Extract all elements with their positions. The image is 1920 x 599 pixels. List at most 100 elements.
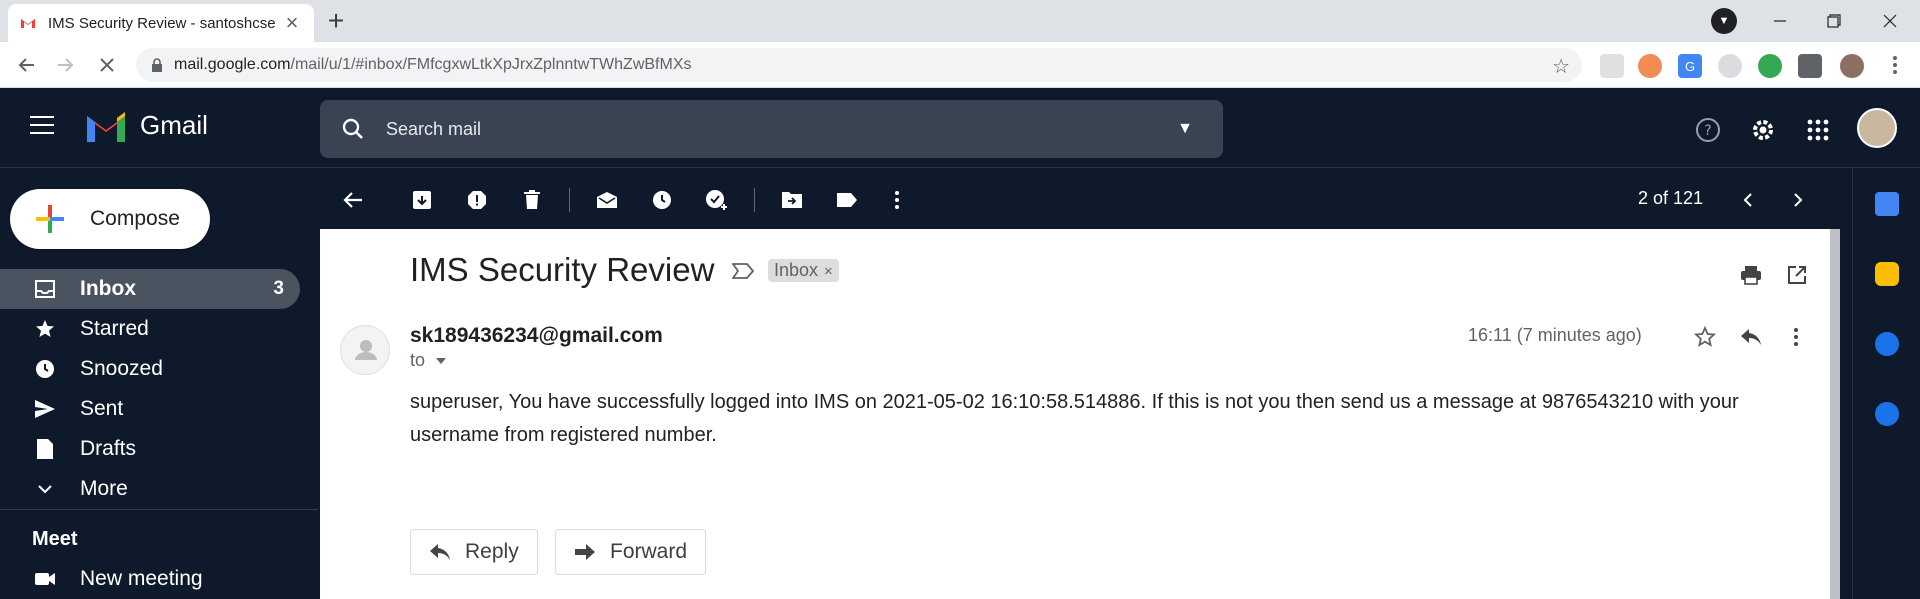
more-options-icon[interactable] xyxy=(883,186,911,214)
archive-icon[interactable] xyxy=(408,186,436,214)
browser-tab[interactable]: IMS Security Review - santoshcse × xyxy=(8,4,314,42)
newer-chevron-left-icon[interactable] xyxy=(1734,186,1762,214)
sidebar-item-label: Inbox xyxy=(80,277,136,300)
sidebar-item-inbox[interactable]: Inbox 3 xyxy=(0,269,300,309)
back-to-inbox-icon[interactable] xyxy=(339,186,367,214)
gmail-favicon-icon xyxy=(21,19,35,28)
remove-label-icon[interactable]: × xyxy=(824,263,833,280)
address-bar-row: mail.google.com/mail/u/1/#inbox/FMfcgxwL… xyxy=(0,42,1920,88)
url-text: mail.google.com/mail/u/1/#inbox/FMfcgxwL… xyxy=(174,56,692,73)
compose-button[interactable]: Compose xyxy=(10,189,210,249)
forward-button-label: Forward xyxy=(610,540,688,563)
sidebar-item-label: More xyxy=(80,477,128,500)
reply-button-label: Reply xyxy=(465,540,519,563)
keep-icon[interactable] xyxy=(1875,262,1899,286)
search-bar[interactable]: Search mail ▼ xyxy=(320,100,1223,158)
add-to-tasks-icon[interactable] xyxy=(703,186,731,214)
reply-icon[interactable] xyxy=(1738,324,1764,350)
tab-search-icon[interactable]: ▼ xyxy=(1711,8,1737,34)
puzzle-extensions-icon[interactable] xyxy=(1798,54,1822,78)
delete-trash-icon[interactable] xyxy=(518,186,546,214)
calendar-icon[interactable] xyxy=(1875,192,1899,216)
message-pane: IMS Security Review Inbox × sk189436234@g… xyxy=(320,229,1830,599)
gmail-logo[interactable]: Gmail xyxy=(84,108,208,142)
window-close-icon[interactable] xyxy=(1870,0,1910,42)
minimize-icon[interactable] xyxy=(1760,0,1800,42)
url-omnibox[interactable]: mail.google.com/mail/u/1/#inbox/FMfcgxwL… xyxy=(136,48,1582,82)
message-scrollbar[interactable] xyxy=(1830,229,1840,599)
reply-button[interactable]: Reply xyxy=(410,529,538,575)
older-chevron-right-icon[interactable] xyxy=(1784,186,1812,214)
bookmark-star-icon[interactable]: ☆ xyxy=(1552,54,1570,79)
extension-icon[interactable] xyxy=(1638,54,1662,78)
person-icon xyxy=(355,340,377,360)
compose-plus-icon xyxy=(36,205,64,233)
sidebar-item-label: Starred xyxy=(80,317,149,340)
forward-arrow-icon xyxy=(575,544,595,560)
inbox-icon xyxy=(34,278,56,300)
profile-avatar[interactable] xyxy=(1840,54,1864,78)
stop-loading-icon[interactable] xyxy=(92,50,122,80)
search-icon[interactable] xyxy=(342,118,364,140)
move-to-folder-icon[interactable] xyxy=(778,186,806,214)
send-icon xyxy=(34,398,56,420)
help-icon[interactable]: ? xyxy=(1694,116,1722,144)
account-avatar[interactable] xyxy=(1857,108,1897,148)
tab-title: IMS Security Review - santoshcse xyxy=(48,14,276,32)
back-icon[interactable] xyxy=(12,50,42,80)
sidebar-item-more[interactable]: More xyxy=(0,469,300,509)
forward-icon[interactable] xyxy=(50,50,80,80)
scrollbar-thumb[interactable] xyxy=(1830,229,1840,599)
tasks-icon[interactable] xyxy=(1875,332,1899,356)
star-icon xyxy=(34,318,56,340)
browser-menu-icon[interactable] xyxy=(1880,50,1910,80)
sender-email[interactable]: sk189436234@gmail.com xyxy=(410,324,663,348)
sidebar-item-label: Sent xyxy=(80,397,124,420)
side-panel xyxy=(1852,168,1920,599)
translate-extension-icon[interactable]: G xyxy=(1678,54,1702,78)
lock-icon xyxy=(152,58,162,72)
sidebar-item-drafts[interactable]: Drafts xyxy=(0,429,300,469)
sidebar-item-label: New meeting xyxy=(80,567,203,590)
link-extension-icon[interactable] xyxy=(1718,54,1742,78)
message-timestamp: 16:11 (7 minutes ago) xyxy=(1468,325,1642,345)
browser-tab-bar: IMS Security Review - santoshcse × + ▼ xyxy=(0,0,1920,42)
inbox-unread-count: 3 xyxy=(273,278,284,299)
sidebar-item-snoozed[interactable]: Snoozed xyxy=(0,349,300,389)
draft-file-icon xyxy=(34,438,56,460)
apps-grid-icon[interactable] xyxy=(1804,116,1832,144)
inbox-label-chip[interactable]: Inbox × xyxy=(768,259,839,282)
snooze-clock-icon[interactable] xyxy=(648,186,676,214)
pocket-extension-icon[interactable] xyxy=(1600,54,1624,78)
open-in-new-window-icon[interactable] xyxy=(1784,262,1810,288)
toolbar-separator xyxy=(569,188,570,212)
importance-marker-icon[interactable] xyxy=(731,263,755,284)
label-tag-icon[interactable] xyxy=(833,186,861,214)
meet-new-meeting[interactable]: New meeting xyxy=(0,559,300,599)
sidebar-item-starred[interactable]: Starred xyxy=(0,309,300,349)
gmail-logo-text: Gmail xyxy=(140,109,208,140)
email-body: superuser, You have successfully logged … xyxy=(410,391,1739,446)
search-options-icon[interactable]: ▼ xyxy=(1177,120,1193,138)
video-camera-icon xyxy=(34,568,56,590)
globe-extension-icon[interactable] xyxy=(1758,54,1782,78)
sidebar-item-sent[interactable]: Sent xyxy=(0,389,300,429)
sidebar-item-label: Drafts xyxy=(80,437,137,460)
main-menu-icon[interactable] xyxy=(30,116,54,136)
restore-icon[interactable] xyxy=(1814,0,1854,42)
recipient-details-toggle[interactable]: to xyxy=(410,350,447,371)
print-icon[interactable] xyxy=(1738,262,1764,288)
report-spam-icon[interactable] xyxy=(463,186,491,214)
settings-gear-icon[interactable] xyxy=(1749,116,1777,144)
sender-avatar[interactable] xyxy=(340,325,390,375)
search-input[interactable]: Search mail xyxy=(386,119,1177,140)
svg-text:?: ? xyxy=(1704,123,1711,139)
clock-icon xyxy=(34,358,56,380)
mark-unread-icon[interactable] xyxy=(593,186,621,214)
star-message-icon[interactable] xyxy=(1692,324,1718,350)
contacts-icon[interactable] xyxy=(1875,402,1899,426)
new-tab-button[interactable]: + xyxy=(318,5,354,36)
forward-button[interactable]: Forward xyxy=(555,529,707,575)
message-more-options-icon[interactable] xyxy=(1783,324,1809,350)
tab-close-icon[interactable]: × xyxy=(282,10,302,36)
